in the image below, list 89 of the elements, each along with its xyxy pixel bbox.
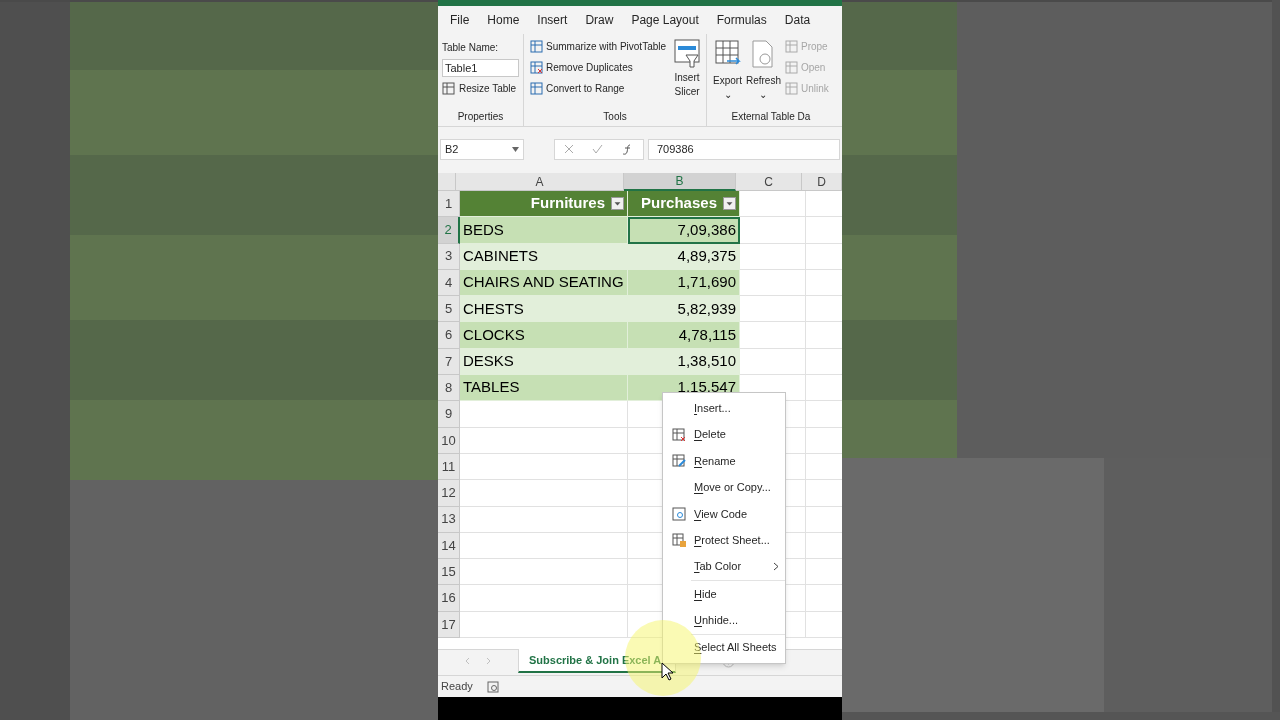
table-cell: 1,38,510 — [628, 348, 740, 376]
table-cell: 1,71,690 — [628, 269, 740, 297]
menu-item[interactable]: Tab Color — [663, 553, 785, 580]
menu-item[interactable]: Hide — [663, 580, 785, 608]
table-cell: CHESTS — [460, 296, 628, 323]
ribbon-tab[interactable]: Draw — [585, 11, 614, 29]
menu-item[interactable]: Protect Sheet... — [663, 526, 785, 554]
table-cell: CHAIRS AND SEATING — [460, 269, 628, 297]
row-header[interactable]: 4 — [438, 269, 460, 297]
row-header[interactable]: 17 — [438, 611, 460, 639]
table-cell: 4,89,375 — [628, 243, 740, 270]
table-icon — [530, 40, 543, 53]
column-header[interactable]: A — [456, 173, 624, 191]
check-icon[interactable] — [592, 144, 604, 154]
table-cell: 5,82,939 — [628, 296, 740, 323]
menu-item[interactable]: Unhide... — [663, 607, 785, 634]
row-header[interactable]: 1 — [438, 191, 460, 218]
ribbon-tab[interactable]: Formulas — [716, 11, 767, 29]
row-header[interactable]: 3 — [438, 243, 460, 270]
filter-icon[interactable] — [611, 197, 624, 211]
menu-item[interactable]: Move or Copy... — [663, 474, 785, 501]
ribbon-tab[interactable]: Data — [784, 11, 811, 29]
resize-table-button[interactable]: Resize Table — [442, 81, 519, 96]
ribbon-command[interactable]: Summarize with PivotTable — [530, 39, 667, 54]
document-icon — [784, 82, 798, 95]
field-label: Table Name: — [442, 41, 500, 55]
scroll-left-icon[interactable] — [465, 657, 470, 665]
group-label: External Table Da — [730, 110, 812, 124]
heading-text: Purchases — [641, 193, 717, 214]
slicer-icon — [674, 39, 701, 69]
row-header[interactable]: 10 — [438, 427, 460, 454]
ribbon-tab[interactable]: Home — [487, 11, 520, 29]
ribbon-command[interactable]: Refresh ⌄ — [745, 39, 781, 102]
filter-icon[interactable] — [723, 197, 736, 211]
sheet-tab[interactable]: Subscribe & Join Excel A — [518, 649, 677, 673]
group-label: Properties — [456, 110, 505, 124]
document-icon — [784, 40, 798, 53]
select-all-corner[interactable] — [438, 173, 456, 191]
table-cell: 7,09,386 — [628, 217, 740, 244]
scroll-right-icon[interactable] — [486, 657, 491, 665]
code-window-icon — [671, 506, 686, 521]
menu-item[interactable]: View Code — [663, 500, 785, 527]
table-cell: CABINETS — [460, 243, 628, 270]
table-edit-icon — [671, 453, 686, 468]
table-cell: DESKS — [460, 348, 628, 376]
row-header[interactable]: 12 — [438, 480, 460, 507]
row-header[interactable]: 15 — [438, 559, 460, 586]
menu-item[interactable]: Delete — [663, 421, 785, 448]
insert-slicer-button[interactable]: Insert Slicer — [674, 39, 701, 99]
ribbon-command[interactable]: Convert to Range — [530, 81, 667, 96]
column-header[interactable]: C — [736, 173, 802, 191]
table-name-field[interactable]: Table1 — [442, 59, 519, 77]
table-delete-icon — [530, 61, 543, 74]
row-header[interactable]: 16 — [438, 585, 460, 612]
status-text: Ready — [441, 679, 473, 695]
document-icon — [784, 61, 798, 74]
table-cell: BEDS — [460, 217, 628, 244]
row-header[interactable]: 2 — [438, 217, 460, 244]
name-box[interactable]: B2 — [440, 138, 524, 160]
cancel-icon[interactable] — [564, 144, 575, 154]
row-header[interactable]: 8 — [438, 375, 460, 402]
table-cell: TABLES — [460, 375, 628, 402]
menu-item[interactable]: Rename — [663, 447, 785, 475]
row-header[interactable]: 11 — [438, 453, 460, 481]
ribbon-command[interactable]: Export ⌄ — [713, 39, 742, 102]
macro-record-icon[interactable] — [486, 680, 499, 693]
ribbon-tab[interactable]: File — [450, 11, 470, 29]
heading-text: Furnitures — [530, 193, 605, 214]
chevron-right-icon — [773, 562, 779, 572]
column-header[interactable]: D — [802, 173, 842, 191]
row-header[interactable]: 7 — [438, 348, 460, 376]
formula-field[interactable]: 709386 — [648, 138, 840, 160]
table-lock-icon — [671, 533, 686, 548]
table-convert-icon — [530, 82, 543, 95]
row-header[interactable]: 6 — [438, 322, 460, 349]
group-label: Tools — [602, 110, 628, 124]
table-delete-icon — [671, 427, 686, 442]
table-cell: 4,78,115 — [628, 322, 740, 349]
resize-icon — [442, 82, 455, 95]
row-header[interactable]: 5 — [438, 296, 460, 323]
column-header[interactable]: B — [624, 173, 736, 191]
row-header[interactable]: 9 — [438, 401, 460, 428]
ribbon-command[interactable]: Remove Duplicates — [530, 60, 667, 75]
dropdown-icon — [512, 146, 519, 152]
ribbon-tab[interactable]: Page Layout — [631, 11, 699, 29]
row-header[interactable]: 14 — [438, 532, 460, 560]
row-header[interactable]: 13 — [438, 506, 460, 533]
ribbon-tab[interactable]: Insert — [537, 11, 568, 29]
table-cell: CLOCKS — [460, 322, 628, 349]
